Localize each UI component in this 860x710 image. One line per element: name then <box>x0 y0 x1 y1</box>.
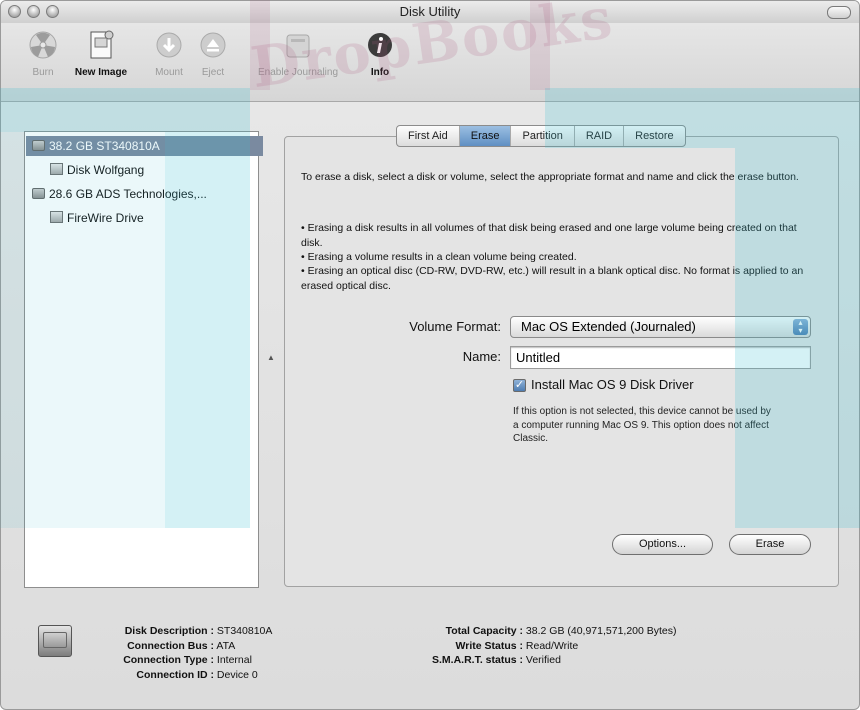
new-image-label: New Image <box>74 67 128 78</box>
popup-arrows-icon: ▴ ▾ <box>793 319 808 335</box>
volume-icon <box>50 211 63 223</box>
tab-erase[interactable]: Erase <box>459 126 512 146</box>
connection-id-value: Device 0 <box>216 668 258 681</box>
tab-first-aid[interactable]: First Aid <box>397 126 460 146</box>
write-status-value: Read/Write <box>525 639 579 652</box>
volume-icon <box>50 163 63 175</box>
tab-restore[interactable]: Restore <box>624 126 685 146</box>
tab-raid[interactable]: RAID <box>575 126 625 146</box>
info-label: Info <box>370 67 390 78</box>
disk-utility-window: Disk Utility Burn New Image Mount Eject … <box>0 0 860 710</box>
disk-info-right: Total Capacity : 38.2 GB (40,971,571,200… <box>381 624 677 668</box>
split-view-handle[interactable]: ▲ <box>267 353 275 362</box>
connection-id-label: Connection ID : <box>136 668 214 681</box>
new-image-button[interactable]: New Image <box>66 29 136 78</box>
burn-button[interactable]: Burn <box>23 29 63 78</box>
disk-description-label: Disk Description : <box>124 625 214 637</box>
name-label: Name: <box>462 349 501 364</box>
connection-bus-value: ATA <box>216 639 236 652</box>
erase-bullet-optical: • Erasing an optical disc (CD-RW, DVD-RW… <box>301 265 804 292</box>
disk-list: 38.2 GB ST340810A Disk Wolfgang 28.6 GB … <box>24 131 263 588</box>
hard-disk-icon <box>32 188 45 199</box>
sidebar-item-label: 38.2 GB ST340810A <box>49 139 160 153</box>
hard-drive-icon <box>38 625 72 657</box>
mount-label: Mount <box>155 67 183 78</box>
erase-bullet-disk: • Erasing a disk results in all volumes … <box>301 222 797 249</box>
volume-format-popup[interactable]: Mac OS Extended (Journaled) ▴ ▾ <box>510 316 811 338</box>
erase-button[interactable]: Erase <box>729 534 811 555</box>
radiation-icon <box>27 29 59 61</box>
connection-type-label: Connection Type : <box>123 654 214 666</box>
enable-journaling-button[interactable]: Enable Journaling <box>245 29 351 78</box>
sidebar-item-label: FireWire Drive <box>67 211 144 225</box>
volume-name-input[interactable]: Untitled <box>510 346 811 369</box>
options-button[interactable]: Options... <box>612 534 713 555</box>
smart-status-label: S.M.A.R.T. status : <box>431 654 523 666</box>
sidebar-item-firewire-drive[interactable]: FireWire Drive <box>26 208 281 228</box>
eject-button[interactable]: Eject <box>195 29 231 78</box>
tab-partition[interactable]: Partition <box>511 126 575 146</box>
sidebar-item-disk-ads-technologies[interactable]: 28.6 GB ADS Technologies,... <box>26 184 263 204</box>
toolbar: Burn New Image Mount Eject Enable Journa… <box>1 23 859 102</box>
volume-format-label: Volume Format: <box>409 319 501 334</box>
erase-intro-text: To erase a disk, select a disk or volume… <box>301 171 799 183</box>
erase-bullet-volume: • Erasing a volume results in a clean vo… <box>301 251 577 263</box>
install-os9-driver-label[interactable]: Install Mac OS 9 Disk Driver <box>531 377 694 392</box>
eject-icon <box>197 29 229 61</box>
sidebar-item-label: 28.6 GB ADS Technologies,... <box>49 187 207 201</box>
hard-disk-icon <box>32 140 45 151</box>
install-os9-driver-checkbox[interactable]: ✓ <box>513 379 526 392</box>
os9-driver-note: If this option is not selected, this dev… <box>513 406 771 444</box>
enable-journaling-label: Enable Journaling <box>257 67 339 78</box>
window-title: Disk Utility <box>399 4 461 19</box>
sidebar-item-disk-wolfgang[interactable]: Disk Wolfgang <box>26 160 281 180</box>
burn-label: Burn <box>32 67 54 78</box>
new-image-icon <box>85 29 117 61</box>
info-button[interactable]: Info <box>363 29 397 78</box>
sidebar-item-label: Disk Wolfgang <box>67 163 145 177</box>
write-status-label: Write Status : <box>455 639 523 652</box>
mount-icon <box>153 29 185 61</box>
volume-format-value: Mac OS Extended (Journaled) <box>521 319 696 334</box>
connection-bus-label: Connection Bus : <box>127 639 214 652</box>
journal-icon <box>282 29 314 61</box>
smart-status-value: Verified <box>525 654 561 666</box>
total-capacity-value: 38.2 GB (40,971,571,200 Bytes) <box>525 625 677 637</box>
info-icon <box>364 29 396 61</box>
sidebar-item-disk-st340810a[interactable]: 38.2 GB ST340810A <box>26 136 263 156</box>
tab-bar: First Aid Erase Partition RAID Restore <box>396 125 686 147</box>
connection-type-value: Internal <box>216 654 252 666</box>
total-capacity-label: Total Capacity : <box>445 625 523 637</box>
eject-label: Eject <box>201 67 225 78</box>
mount-button[interactable]: Mount <box>147 29 191 78</box>
title-bar: Disk Utility <box>1 1 859 24</box>
disk-description-value: ST340810A <box>216 625 273 637</box>
disk-info-left: Disk Description : ST340810A Connection … <box>81 624 272 682</box>
toolbar-toggle-button[interactable] <box>827 6 851 19</box>
